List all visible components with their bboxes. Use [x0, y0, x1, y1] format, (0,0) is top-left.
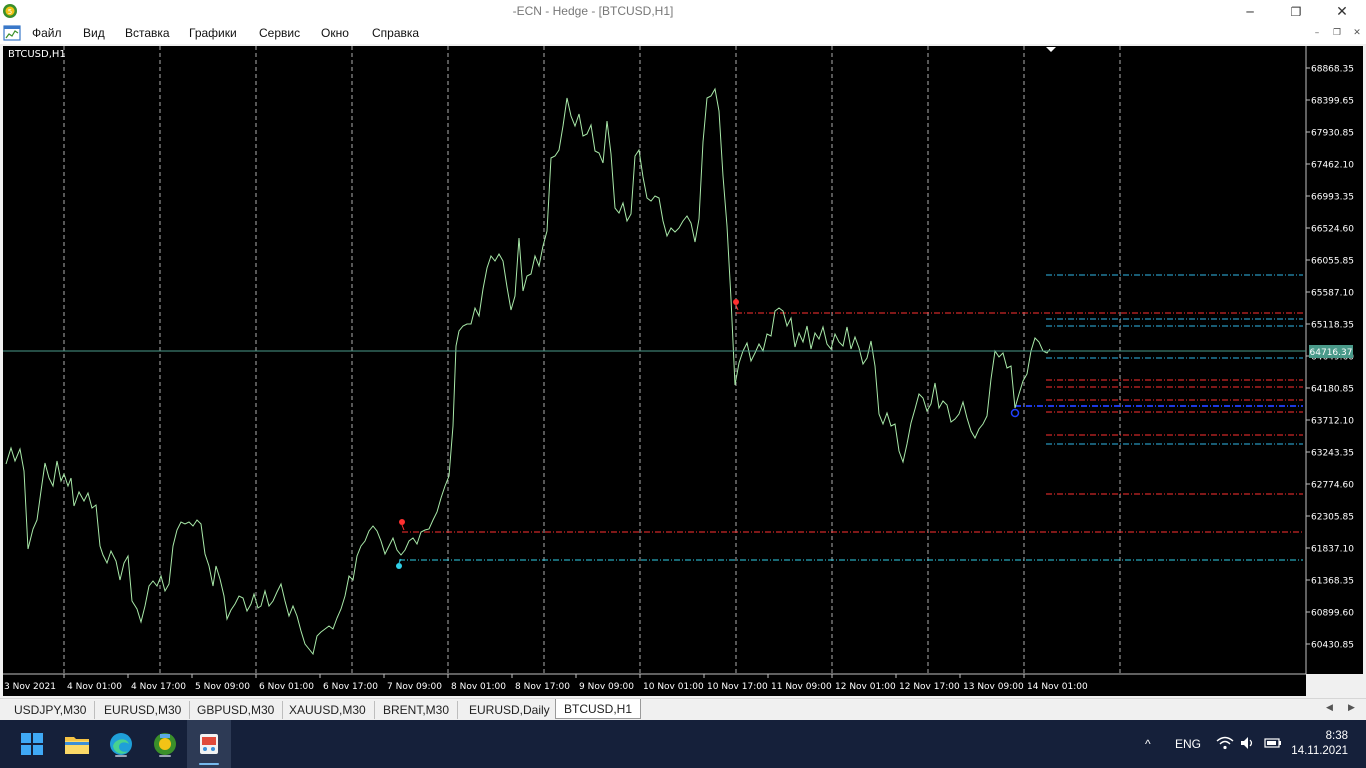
price-tick-label: 62305.85 — [1311, 513, 1354, 523]
menu-bar: Файл Вид Вставка Графики Сервис Окно Спр… — [0, 23, 1366, 44]
edge-browser-task[interactable] — [105, 728, 137, 760]
maximize-button[interactable]: ❐ — [1273, 0, 1319, 23]
mdi-minimize-button[interactable]: – — [1310, 26, 1324, 40]
time-tick-label: 5 Nov 09:00 — [195, 682, 250, 692]
time-tick-label: 4 Nov 01:00 — [67, 682, 122, 692]
price-tick-label: 66524.60 — [1311, 225, 1354, 235]
price-tick-label: 67462.10 — [1311, 161, 1354, 171]
chart-plot-area[interactable] — [3, 46, 1306, 674]
menu-help[interactable]: Справка — [372, 26, 419, 40]
file-explorer-icon[interactable] — [61, 728, 93, 760]
chart-symbol-label: BTCUSD,H1 — [8, 49, 66, 60]
time-tick-label: 7 Nov 09:00 — [387, 682, 442, 692]
snipping-tool-icon — [200, 734, 218, 754]
clock-time: 8:38 — [1325, 730, 1348, 742]
time-tick-label: 12 Nov 17:00 — [899, 682, 960, 692]
start-icon[interactable] — [16, 728, 48, 760]
time-tick-label: 3 Nov 2021 — [4, 682, 56, 692]
battery-icon[interactable] — [1264, 737, 1282, 749]
menu-file[interactable]: Файл — [32, 26, 62, 40]
language-indicator[interactable]: ENG — [1175, 720, 1201, 768]
price-tick-label: 63712.10 — [1311, 417, 1354, 427]
time-tick-label: 9 Nov 09:00 — [579, 682, 634, 692]
price-tick-label: 65587.10 — [1311, 289, 1354, 299]
tab-gbpusd-m30[interactable]: GBPUSD,M30 — [189, 701, 284, 719]
price-tick-label: 60899.60 — [1311, 609, 1354, 619]
mdi-close-button[interactable]: ✕ — [1350, 26, 1364, 40]
snipping-tool-running-indicator — [199, 763, 219, 765]
volume-icon[interactable] — [1240, 736, 1256, 750]
wifi-icon[interactable] — [1216, 736, 1234, 750]
time-tick-label: 11 Nov 09:00 — [771, 682, 832, 692]
time-tick-label: 13 Nov 09:00 — [963, 682, 1024, 692]
tab-brent-m30[interactable]: BRENT,M30 — [375, 701, 459, 719]
price-tick-label: 66055.85 — [1311, 257, 1354, 267]
menu-view[interactable]: Вид — [83, 26, 105, 40]
clock-date: 14.11.2021 — [1291, 745, 1348, 757]
tab-eurusd-m30[interactable]: EURUSD,M30 — [96, 701, 191, 719]
close-button[interactable]: ✕ — [1319, 0, 1365, 23]
windows-taskbar: ^ ENG 8:38 14.11.2021 — [0, 720, 1366, 768]
price-tick-label: 67930.85 — [1311, 129, 1354, 139]
chart-window-icon[interactable] — [3, 25, 21, 41]
tab-scroll-left-icon[interactable]: ◀ — [1326, 703, 1333, 713]
tab-eurusd-daily[interactable]: EURUSD,Daily — [461, 701, 559, 719]
mdi-restore-button[interactable]: ❐ — [1330, 26, 1344, 40]
price-tick-label: 66993.35 — [1311, 193, 1354, 203]
tray-overflow-chevron[interactable]: ^ — [1145, 720, 1151, 768]
menu-insert[interactable]: Вставка — [125, 26, 170, 40]
system-clock[interactable]: 8:38 14.11.2021 — [1291, 729, 1348, 759]
chart-tab-bar: USDJPY,M30 EURUSD,M30 GBPUSD,M30 XAUUSD,… — [0, 698, 1366, 720]
time-tick-label: 8 Nov 01:00 — [451, 682, 506, 692]
tab-btcusd-h1[interactable]: BTCUSD,H1 — [555, 699, 642, 719]
metatrader-running-indicator — [159, 755, 171, 757]
chart-window[interactable]: 68868.35 68399.65 67930.85 67462.10 66993.35… — [3, 46, 1363, 696]
tab-usdjpy-m30[interactable]: USDJPY,M30 — [6, 701, 96, 719]
minimize-button[interactable]: ─ — [1227, 0, 1273, 23]
time-tick-label: 10 Nov 01:00 — [643, 682, 704, 692]
price-tick-label: 61837.10 — [1311, 545, 1354, 555]
edge-running-indicator — [115, 755, 127, 757]
title-bar: 5 -ECN - Hedge - [BTCUSD,H1] ─ ❐ ✕ — [0, 0, 1366, 23]
current-price-label: 64716.37 — [1310, 348, 1353, 358]
price-tick-label: 62774.60 — [1311, 481, 1354, 491]
window-title: -ECN - Hedge - [BTCUSD,H1] — [512, 4, 674, 18]
menu-tools[interactable]: Сервис — [259, 26, 300, 40]
time-tick-label: 12 Nov 01:00 — [835, 682, 896, 692]
price-tick-label: 68868.35 — [1311, 65, 1354, 75]
price-tick-label: 61368.35 — [1311, 577, 1354, 587]
tab-scroll-right-icon[interactable]: ▶ — [1348, 703, 1355, 713]
price-tick-label: 60430.85 — [1311, 641, 1354, 651]
snipping-tool-task[interactable] — [187, 720, 231, 768]
time-tick-label: 8 Nov 17:00 — [515, 682, 570, 692]
tab-xauusd-m30[interactable]: XAUUSD,M30 — [281, 701, 375, 719]
menu-window[interactable]: Окно — [321, 26, 349, 40]
time-tick-label: 6 Nov 17:00 — [323, 682, 378, 692]
time-tick-label: 14 Nov 01:00 — [1027, 682, 1088, 692]
price-tick-label: 68399.65 — [1311, 97, 1354, 107]
price-tick-label: 65118.35 — [1311, 321, 1354, 331]
time-tick-label: 10 Nov 17:00 — [707, 682, 768, 692]
price-tick-label: 64180.85 — [1311, 385, 1354, 395]
menu-charts[interactable]: Графики — [189, 26, 237, 40]
time-tick-label: 4 Nov 17:00 — [131, 682, 186, 692]
metatrader-task[interactable] — [149, 728, 181, 760]
time-tick-label: 6 Nov 01:00 — [259, 682, 314, 692]
price-tick-label: 63243.35 — [1311, 449, 1354, 459]
